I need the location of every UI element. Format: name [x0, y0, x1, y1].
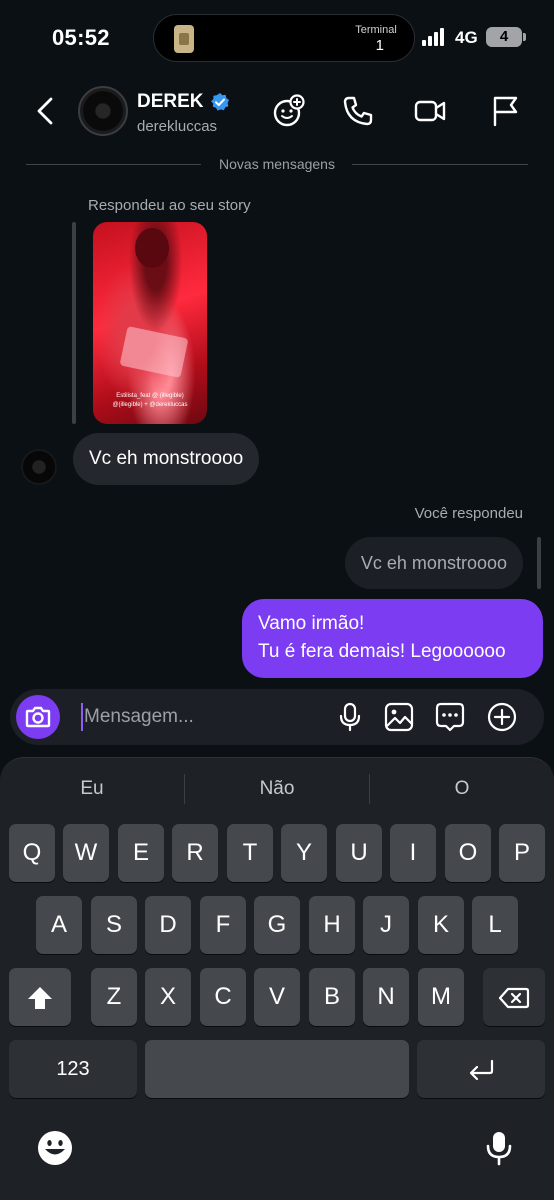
message-input[interactable] — [84, 697, 324, 737]
suggestion-1[interactable]: Eu — [0, 772, 184, 806]
outgoing-line-2: Tu é fera demais! Legoooooo — [258, 641, 506, 662]
sender-avatar[interactable] — [21, 449, 57, 485]
message-composer — [10, 689, 544, 745]
key-q[interactable]: Q — [9, 824, 55, 882]
outgoing-message[interactable]: Vamo irmão! Tu é fera demais! Legoooooo — [242, 599, 543, 678]
quote-bar — [537, 537, 541, 589]
back-icon[interactable] — [34, 96, 58, 126]
backspace-icon — [498, 987, 530, 1008]
camera-button[interactable] — [16, 695, 60, 739]
microphone-icon[interactable] — [335, 702, 365, 732]
key-g[interactable]: G — [254, 896, 300, 954]
video-icon[interactable] — [413, 94, 447, 128]
story-reply-caption: Respondeu ao seu story — [88, 197, 251, 214]
you-replied-label: Você respondeu — [414, 505, 523, 522]
key-u[interactable]: U — [336, 824, 382, 882]
key-c[interactable]: C — [200, 968, 246, 1026]
network-type: 4G — [455, 28, 478, 47]
emoji-icon[interactable] — [37, 1130, 73, 1166]
new-messages-divider: Novas mensagens — [26, 156, 528, 172]
phone-icon[interactable] — [341, 94, 375, 128]
key-v[interactable]: V — [254, 968, 300, 1026]
live-activity-value: 1 — [375, 37, 384, 54]
outgoing-line-1: Vamo irmão! — [258, 613, 365, 634]
key-y[interactable]: Y — [281, 824, 327, 882]
key-d[interactable]: D — [145, 896, 191, 954]
suggestion-3[interactable]: O — [370, 772, 554, 806]
quoted-message[interactable]: Vc eh monstroooo — [344, 537, 523, 589]
key-e[interactable]: E — [118, 824, 164, 882]
suggestion-2[interactable]: Não — [185, 772, 369, 806]
key-f[interactable]: F — [200, 896, 246, 954]
story-credit-line1: Estilista_feat @ (illegible) — [116, 393, 184, 399]
story-reply-bar — [72, 222, 76, 424]
chat-header: DEREK derekluccas — [0, 78, 554, 148]
divider-line-right — [352, 164, 528, 165]
contact-name: DEREK — [137, 91, 204, 112]
backspace-key[interactable] — [483, 968, 545, 1026]
key-a[interactable]: A — [36, 896, 82, 954]
camera-icon — [25, 706, 51, 728]
key-j[interactable]: J — [363, 896, 409, 954]
key-k[interactable]: K — [418, 896, 464, 954]
key-i[interactable]: I — [390, 824, 436, 882]
contact-handle: derekluccas — [137, 118, 218, 135]
space-key[interactable] — [145, 1040, 409, 1098]
numbers-key[interactable]: 123 — [9, 1040, 137, 1098]
contact-name-row[interactable]: DEREK — [137, 91, 230, 113]
key-t[interactable]: T — [227, 824, 273, 882]
status-time: 05:52 — [52, 25, 110, 50]
avatar[interactable] — [78, 86, 128, 136]
add-icon[interactable] — [487, 702, 517, 732]
dictation-icon[interactable] — [481, 1130, 517, 1166]
story-badge — [119, 325, 189, 379]
gallery-icon[interactable] — [384, 702, 414, 732]
key-p[interactable]: P — [499, 824, 545, 882]
sticker-icon[interactable] — [435, 702, 465, 732]
key-w[interactable]: W — [63, 824, 109, 882]
key-n[interactable]: N — [363, 968, 409, 1026]
return-key[interactable] — [417, 1040, 545, 1098]
battery-icon: 4 — [486, 27, 526, 47]
shift-icon — [28, 986, 52, 1009]
story-thumbnail[interactable]: Estilista_feat @ (illegible) @(illegible… — [93, 222, 207, 424]
shift-key[interactable] — [9, 968, 71, 1026]
key-o[interactable]: O — [445, 824, 491, 882]
story-credit-line2: @(illegible) + @derekluccas — [112, 402, 188, 408]
key-b[interactable]: B — [309, 968, 355, 1026]
live-activity-icon — [174, 25, 194, 53]
verified-badge-icon — [210, 93, 229, 111]
live-activity-label: Terminal — [355, 24, 397, 36]
return-icon — [469, 1059, 494, 1080]
effects-icon[interactable] — [272, 94, 306, 128]
key-r[interactable]: R — [172, 824, 218, 882]
status-bar: 05:52 Terminal 1 4G 4 — [0, 0, 554, 76]
key-h[interactable]: H — [309, 896, 355, 954]
key-l[interactable]: L — [472, 896, 518, 954]
key-m[interactable]: M — [418, 968, 464, 1026]
flag-icon[interactable] — [489, 94, 523, 128]
dynamic-island[interactable]: Terminal 1 — [153, 14, 415, 62]
key-z[interactable]: Z — [91, 968, 137, 1026]
incoming-message[interactable]: Vc eh monstroooo — [73, 433, 260, 485]
text-caret — [81, 703, 83, 731]
keyboard: Eu Não O Q W E R T Y U I O P A S D F G H… — [0, 757, 554, 1200]
key-s[interactable]: S — [91, 896, 137, 954]
key-x[interactable]: X — [145, 968, 191, 1026]
signal-icon — [422, 28, 448, 46]
story-figure — [135, 228, 169, 268]
